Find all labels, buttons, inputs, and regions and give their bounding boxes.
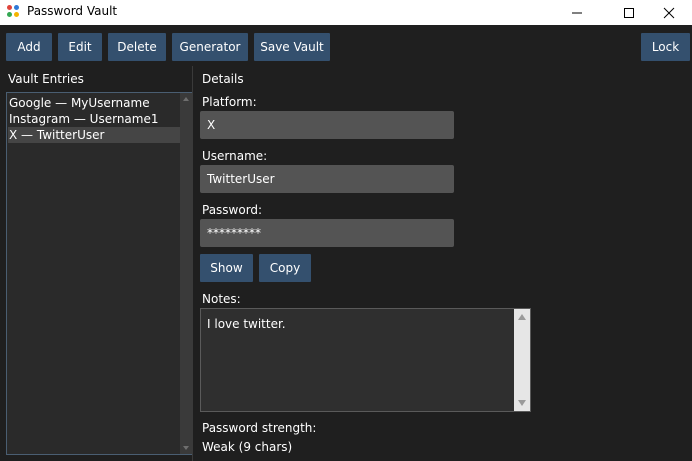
list-item[interactable]: Instagram — Username1 — [8, 111, 180, 127]
delete-button[interactable]: Delete — [108, 33, 166, 61]
password-label: Password: — [202, 203, 263, 217]
generator-button[interactable]: Generator — [172, 33, 248, 61]
scroll-down-icon[interactable] — [183, 446, 189, 450]
add-button[interactable]: Add — [6, 33, 52, 61]
username-field[interactable]: TwitterUser — [200, 165, 454, 193]
vault-entries-heading: Vault Entries — [8, 72, 84, 86]
close-icon — [663, 7, 675, 19]
notes-textarea[interactable]: I love twitter. — [200, 308, 531, 412]
vault-entries-list[interactable]: Google — MyUsername Instagram — Username… — [6, 92, 193, 455]
show-password-button[interactable]: Show — [200, 254, 253, 282]
maximize-icon — [624, 8, 634, 18]
minimize-icon — [572, 12, 582, 14]
username-label: Username: — [202, 149, 268, 163]
close-button[interactable] — [646, 0, 692, 25]
password-strength-label: Password strength: — [202, 421, 317, 435]
list-item-selected[interactable]: X — TwitterUser — [8, 127, 180, 143]
password-field[interactable]: ********* — [200, 219, 454, 247]
pane-divider — [192, 66, 193, 461]
save-vault-button[interactable]: Save Vault — [254, 33, 330, 61]
notes-text[interactable]: I love twitter. — [207, 317, 286, 331]
edit-button[interactable]: Edit — [58, 33, 102, 61]
title-bar: Password Vault — [0, 0, 692, 25]
scroll-up-icon[interactable] — [183, 97, 189, 101]
minimize-button[interactable] — [554, 0, 600, 25]
password-strength-value: Weak (9 chars) — [202, 440, 293, 454]
window-title: Password Vault — [27, 4, 118, 18]
notes-scrollbar[interactable] — [514, 309, 530, 411]
scroll-up-icon[interactable] — [518, 314, 526, 320]
app-logo-icon — [7, 5, 21, 19]
platform-field[interactable]: X — [200, 111, 454, 139]
scroll-down-icon[interactable] — [518, 400, 526, 406]
platform-label: Platform: — [202, 95, 257, 109]
details-heading: Details — [202, 72, 244, 86]
vault-list-scrollbar[interactable] — [180, 93, 192, 454]
copy-password-button[interactable]: Copy — [259, 254, 311, 282]
lock-button[interactable]: Lock — [641, 33, 690, 61]
notes-label: Notes: — [202, 292, 241, 306]
list-item[interactable]: Google — MyUsername — [8, 95, 180, 111]
